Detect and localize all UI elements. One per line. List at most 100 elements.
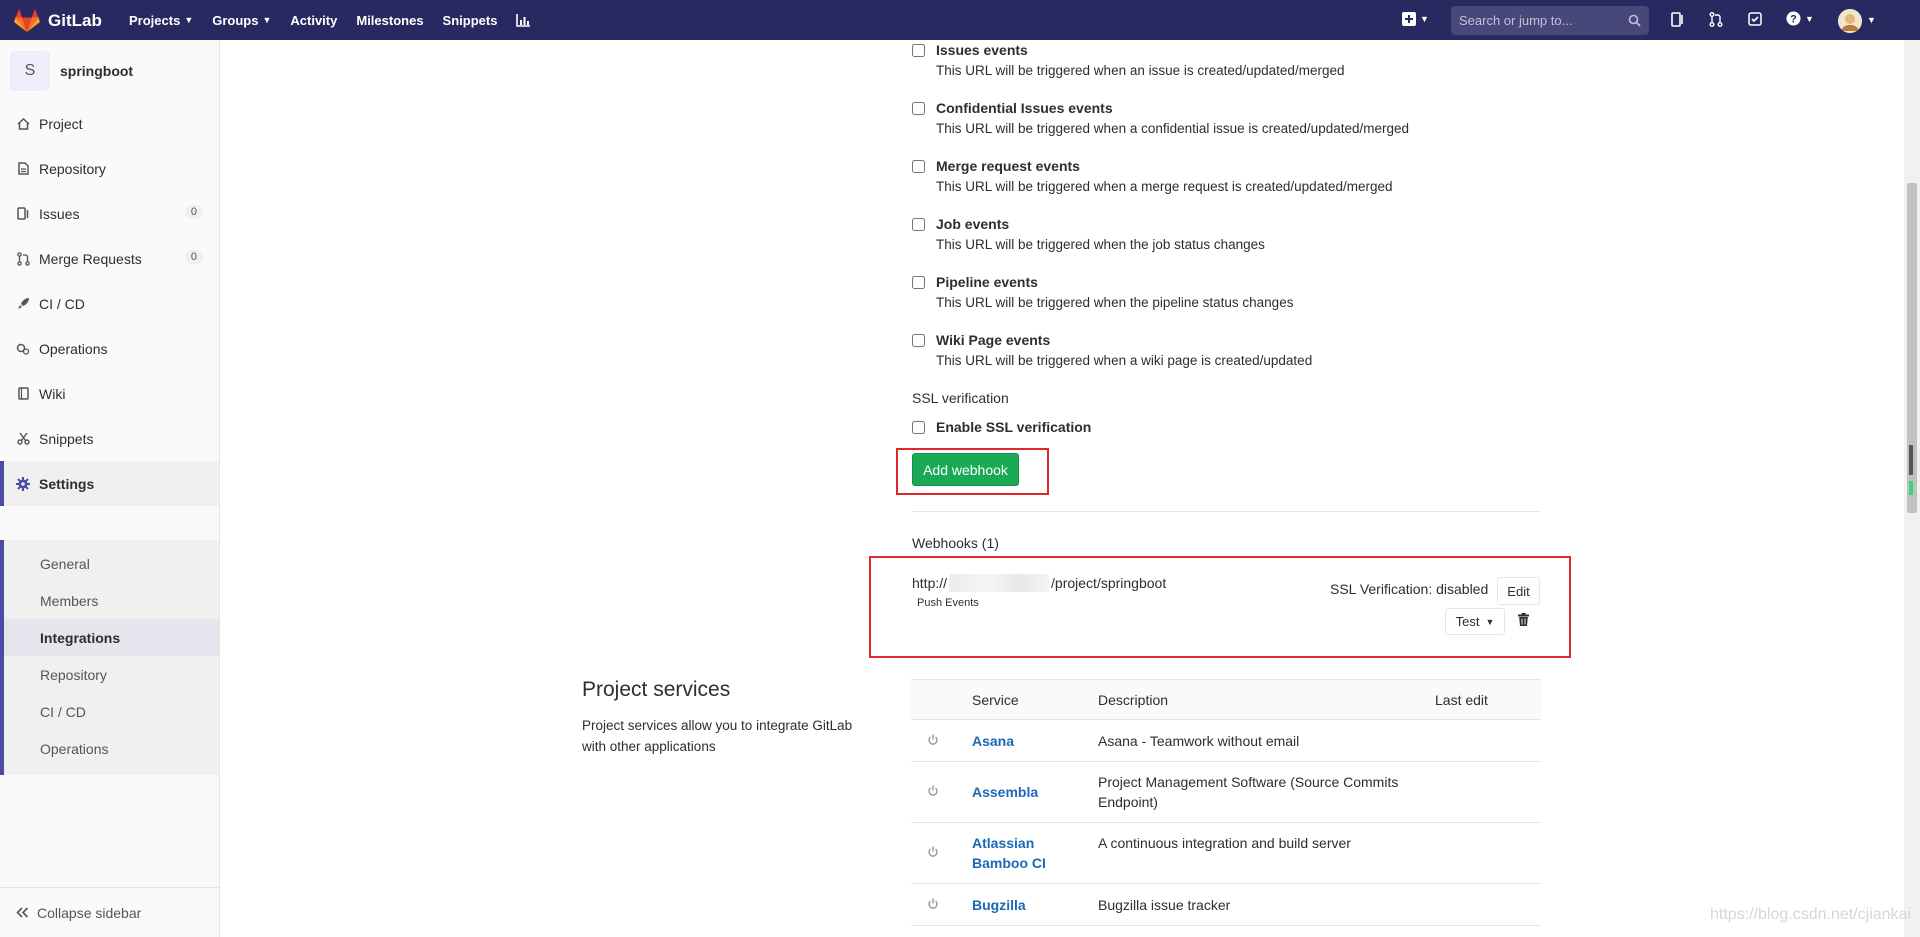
- sidebar-item-operations[interactable]: Operations: [0, 326, 219, 371]
- search-input[interactable]: [1459, 6, 1629, 35]
- redacted-host: [949, 574, 1050, 592]
- avatar-image-icon: [1838, 9, 1862, 33]
- sidebar-item-ci-cd[interactable]: CI / CD: [0, 281, 219, 326]
- nav-projects[interactable]: Projects ▼: [129, 13, 193, 28]
- trash-icon[interactable]: [1518, 613, 1529, 626]
- nav-groups-label: Groups: [212, 12, 259, 28]
- job-events-checkbox[interactable]: [912, 218, 925, 231]
- add-webhook-button[interactable]: Add webhook: [912, 453, 1019, 486]
- project-services-desc: Project services allow you to integrate …: [582, 718, 853, 754]
- nav-projects-label: Projects: [129, 12, 181, 28]
- new-dropdown[interactable]: ▼: [1402, 12, 1429, 26]
- todo-nav-icon[interactable]: [1748, 12, 1762, 26]
- merge-request-events-checkbox[interactable]: [912, 160, 925, 173]
- chart-icon[interactable]: [516, 13, 531, 27]
- sidebar-subitem-repository[interactable]: Repository: [4, 656, 219, 693]
- home-icon: [16, 117, 30, 131]
- search-box: [1451, 6, 1649, 35]
- issues-nav-icon[interactable]: [1671, 12, 1685, 27]
- project-avatar: S: [10, 51, 50, 91]
- nav-activity[interactable]: Activity: [290, 13, 337, 28]
- table-row: Atlassian Bamboo CI A continuous integra…: [911, 823, 1541, 884]
- collapse-sidebar-button[interactable]: Collapse sidebar: [0, 887, 219, 937]
- sidebar-item-settings[interactable]: Settings: [0, 461, 219, 506]
- project-header[interactable]: S springboot: [10, 51, 133, 91]
- nav-snippets[interactable]: Snippets: [443, 13, 498, 28]
- pipeline-events-checkbox[interactable]: [912, 276, 925, 289]
- watermark-text: https://blog.csdn.net/cjiankai: [1710, 906, 1912, 923]
- project-services-title: Project services: [582, 678, 731, 701]
- sidebar: S springboot Project Repository Issues 0…: [0, 40, 220, 937]
- sidebar-item-label: Issues: [39, 205, 80, 222]
- wiki-page-events-checkbox[interactable]: [912, 334, 925, 347]
- enable-ssl-checkbox[interactable]: [912, 421, 925, 434]
- subitem-label: CI / CD: [40, 703, 86, 720]
- issues-events-checkbox[interactable]: [912, 44, 925, 57]
- sidebar-item-project[interactable]: Project: [0, 101, 219, 146]
- confidential-issues-events-checkbox[interactable]: [912, 102, 925, 115]
- nav-groups[interactable]: Groups ▼: [212, 13, 271, 28]
- merge-requests-count-badge: 0: [184, 250, 203, 264]
- nav-links: Projects ▼ Groups ▼ Activity Milestones Sn…: [129, 0, 531, 40]
- nav-milestones[interactable]: Milestones: [356, 13, 423, 28]
- trigger-desc: This URL will be triggered when the pipe…: [936, 295, 1294, 310]
- service-desc: A continuous integration and build serve…: [1098, 835, 1351, 851]
- sidebar-subitem-ci-cd[interactable]: CI / CD: [4, 693, 219, 730]
- webhooks-heading: Webhooks (1): [912, 535, 999, 551]
- book-icon: [16, 387, 30, 401]
- push-events-badge: Push Events: [913, 596, 983, 610]
- service-desc: Asana - Teamwork without email: [1098, 733, 1300, 749]
- chevron-down-icon[interactable]: ▼: [1867, 15, 1876, 25]
- doc-icon: [16, 162, 30, 176]
- service-desc: Project Management Software (Source Comm…: [1098, 774, 1399, 810]
- sidebar-subitem-integrations[interactable]: Integrations: [4, 619, 219, 656]
- sidebar-item-label: Operations: [39, 340, 108, 357]
- trigger-desc: This URL will be triggered when the job …: [936, 237, 1265, 252]
- divider: [912, 511, 1540, 512]
- merge-request-nav-icon[interactable]: [1709, 12, 1723, 27]
- svg-text:?: ?: [1790, 14, 1797, 26]
- chevron-down-icon: ▼: [1420, 14, 1429, 24]
- double-chevron-left-icon: [16, 905, 29, 921]
- subitem-label: Operations: [40, 740, 109, 757]
- chevron-down-icon: ▼: [1485, 616, 1495, 627]
- service-link-asana[interactable]: Asana: [972, 731, 1072, 751]
- power-icon: [928, 785, 938, 796]
- sidebar-item-wiki[interactable]: Wiki: [0, 371, 219, 416]
- sidebar-subitem-members[interactable]: Members: [4, 582, 219, 619]
- sidebar-item-repository[interactable]: Repository: [0, 146, 219, 191]
- ssl-checkbox-label: Enable SSL verification: [936, 419, 1092, 435]
- sidebar-item-snippets[interactable]: Snippets: [0, 416, 219, 461]
- col-description: Description: [1098, 692, 1169, 708]
- sidebar-item-merge-requests[interactable]: Merge Requests 0: [0, 236, 219, 281]
- trigger-desc: This URL will be triggered when a confid…: [936, 121, 1410, 136]
- trigger-desc: This URL will be triggered when an issue…: [936, 63, 1345, 78]
- sidebar-item-label: Wiki: [39, 385, 66, 402]
- nav-snippets-label: Snippets: [442, 12, 498, 28]
- scissors-icon: [16, 432, 30, 446]
- service-link-bamboo[interactable]: Atlassian Bamboo CI: [972, 833, 1052, 873]
- sidebar-item-label: Settings: [39, 475, 95, 492]
- col-service: Service: [972, 692, 1019, 708]
- edit-webhook-button[interactable]: Edit: [1497, 577, 1540, 605]
- gitlab-logo[interactable]: GitLab: [14, 9, 102, 33]
- service-link-bugzilla[interactable]: Bugzilla: [972, 895, 1072, 915]
- table-row: Assembla Project Management Software (So…: [911, 762, 1541, 823]
- sidebar-item-label: Snippets: [39, 430, 94, 447]
- sidebar-item-issues[interactable]: Issues 0: [0, 191, 219, 236]
- test-webhook-dropdown[interactable]: Test ▼: [1445, 608, 1505, 635]
- search-icon[interactable]: [1628, 14, 1641, 27]
- help-dropdown[interactable]: ? ▼: [1786, 11, 1814, 26]
- nav-activity-label: Activity: [290, 12, 338, 28]
- sidebar-subitem-general[interactable]: General: [4, 545, 219, 582]
- power-icon: [928, 846, 938, 857]
- service-link-assembla[interactable]: Assembla: [972, 782, 1072, 802]
- user-avatar[interactable]: [1838, 9, 1862, 33]
- gitlab-tanuki-icon: [14, 9, 40, 32]
- trigger-title: Issues events: [936, 42, 1028, 58]
- sidebar-subitem-operations[interactable]: Operations: [4, 730, 219, 767]
- trigger-desc: This URL will be triggered when a merge …: [936, 179, 1393, 194]
- ssl-status-text: SSL Verification: disabled: [1330, 581, 1489, 597]
- subitem-label: Repository: [40, 666, 107, 683]
- webhook-url-suffix: /project/springboot: [1051, 575, 1167, 591]
